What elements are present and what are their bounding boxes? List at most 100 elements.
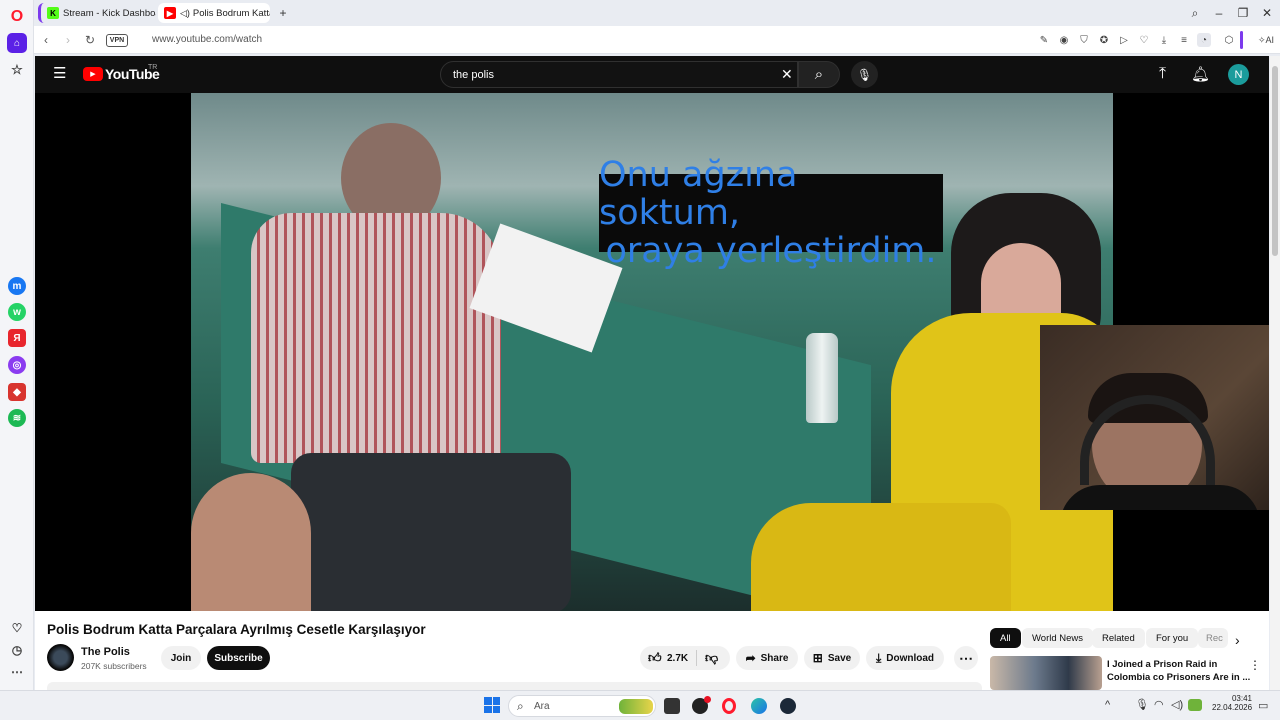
thumbs-up-icon[interactable]: 👍︎ xyxy=(648,650,662,666)
share-icon: ➦ xyxy=(745,651,756,665)
steam-icon[interactable] xyxy=(780,698,796,714)
notifications-bell-icon[interactable]: 🔔︎ xyxy=(1191,65,1210,83)
chip-for-you[interactable]: For you xyxy=(1146,628,1199,648)
back-icon[interactable]: ‹ xyxy=(38,32,54,48)
clear-search-icon[interactable]: ✕ xyxy=(781,66,793,83)
wifi-icon[interactable]: ◠ xyxy=(1154,698,1164,711)
channel-name[interactable]: The Polis xyxy=(81,646,130,658)
ai-label: AI xyxy=(1265,35,1275,45)
tab-kick-dashboard[interactable]: K Stream - Kick Dashboard xyxy=(38,3,156,23)
extension-icon[interactable]: ✪ xyxy=(1097,33,1111,47)
subscriber-count: 207K subscribers xyxy=(81,661,147,671)
chevron-up-icon[interactable]: ^ xyxy=(1105,699,1110,711)
heart-icon[interactable]: ♡ xyxy=(8,619,26,637)
more-icon[interactable]: ⋯ xyxy=(8,663,26,681)
minimize-button[interactable]: – xyxy=(1210,4,1228,22)
taskbar-search-box[interactable]: ⌕ Ara xyxy=(508,695,656,717)
play-icon[interactable]: ▷ xyxy=(1117,33,1131,47)
tab-youtube-video[interactable]: ▶ ◁) Polis Bodrum Katta Pa xyxy=(158,3,270,23)
shield-icon[interactable]: ⛉ xyxy=(1077,33,1091,47)
home-icon[interactable]: ⌂ xyxy=(7,33,27,53)
restore-button[interactable]: ❐ xyxy=(1234,4,1252,22)
volume-icon[interactable]: ◁) xyxy=(1171,698,1183,711)
save-button[interactable]: ⊞ Save xyxy=(804,646,860,670)
games-icon[interactable]: ◆ xyxy=(8,383,26,401)
download-icon[interactable]: ⤓ xyxy=(1157,33,1171,47)
person-shirt-shape xyxy=(251,213,501,463)
vpn-badge[interactable]: VPN xyxy=(106,34,128,47)
new-tab-button[interactable]: + xyxy=(274,4,292,22)
heart-icon[interactable]: ♡ xyxy=(1137,33,1151,47)
notification-center-icon[interactable]: ▭ xyxy=(1258,699,1268,712)
thumbs-down-icon[interactable]: 👎︎ xyxy=(705,650,718,666)
recommendation-thumbnail[interactable] xyxy=(990,656,1102,690)
cube-icon[interactable]: ⬡ xyxy=(1222,33,1236,47)
taskbar-clock[interactable]: 03:41 22.04.2026 xyxy=(1212,694,1252,712)
forward-icon[interactable]: › xyxy=(60,32,76,48)
whatsapp-icon[interactable]: w xyxy=(8,303,26,321)
chevron-right-icon[interactable]: › xyxy=(1235,632,1240,648)
join-button[interactable]: Join xyxy=(161,646,201,670)
close-window-button[interactable]: ✕ xyxy=(1258,4,1276,22)
tab-label: Stream - Kick Dashboard xyxy=(63,7,156,19)
file-explorer-icon[interactable] xyxy=(664,698,680,714)
edit-icon[interactable]: ✎ xyxy=(1037,33,1051,47)
opera-taskbar-icon[interactable] xyxy=(722,698,736,714)
scrollbar-thumb[interactable] xyxy=(1272,66,1278,256)
video-player[interactable]: Onu ağzına soktum, oraya yerleştirdim. xyxy=(35,93,1269,611)
channel-avatar[interactable] xyxy=(47,644,74,671)
voice-search-button[interactable]: 🎙︎ xyxy=(851,61,878,88)
download-label: Download xyxy=(886,652,935,664)
battery-icon[interactable] xyxy=(1188,699,1202,711)
windows-start-icon[interactable] xyxy=(484,697,500,713)
region-code: TR xyxy=(148,64,158,71)
aria-ai-button[interactable]: ✧ AI xyxy=(1252,33,1280,47)
more-actions-icon[interactable]: ⋯ xyxy=(954,646,978,670)
account-avatar[interactable]: N xyxy=(1228,64,1249,85)
profile-icon[interactable]: ◔ xyxy=(1197,33,1211,47)
chip-all[interactable]: All xyxy=(990,628,1021,648)
download-button[interactable]: ⤓ Download xyxy=(866,646,944,670)
messenger-icon[interactable]: m xyxy=(8,277,26,295)
description-box[interactable] xyxy=(47,682,982,690)
windows-taskbar: ⌕ Ara ^ 🎙︎ ◠ ◁) 03:41 22.04.2026 ▭ xyxy=(0,690,1280,720)
search-input[interactable]: the polis xyxy=(453,69,494,81)
chip-world-news[interactable]: World News xyxy=(1022,628,1094,648)
search-button[interactable]: ⌕ xyxy=(798,61,840,88)
clock-time: 03:41 xyxy=(1231,694,1252,703)
page-scrollbar[interactable] xyxy=(1270,56,1280,690)
url-field[interactable]: www.youtube.com/watch xyxy=(152,34,262,45)
search-tabs-icon[interactable]: ⌕ xyxy=(1186,4,1204,22)
microphone-icon[interactable]: 🎙︎ xyxy=(1135,698,1149,711)
search-box[interactable]: the polis ✕ xyxy=(440,61,798,88)
chip-related[interactable]: Related xyxy=(1092,628,1145,648)
yandex-icon[interactable]: Я xyxy=(8,329,26,347)
search-highlight-image xyxy=(619,699,653,714)
yellow-legs-shape xyxy=(751,503,1011,611)
recommendation-title-line-1: I Joined a Prison Raid in xyxy=(1107,659,1218,670)
youtube-logo-icon[interactable]: ▶ xyxy=(83,67,103,81)
opera-logo-icon[interactable]: O xyxy=(8,8,26,26)
menu-icon[interactable]: ≡ xyxy=(1177,33,1191,47)
subscribe-button[interactable]: Subscribe xyxy=(207,646,270,670)
save-playlist-icon: ⊞ xyxy=(812,651,823,665)
spotify-icon[interactable]: ≋ xyxy=(8,409,26,427)
video-frame: Onu ağzına soktum, oraya yerleştirdim. xyxy=(191,93,1113,611)
like-count[interactable]: 2.7K xyxy=(667,653,688,664)
save-label: Save xyxy=(827,652,852,664)
recommendation-menu-icon[interactable]: ⋮ xyxy=(1249,658,1261,672)
history-clock-icon[interactable]: ◷ xyxy=(8,641,26,659)
edge-icon[interactable] xyxy=(751,698,767,714)
reload-icon[interactable]: ↻ xyxy=(82,32,98,48)
recommendation-title-line-2: Colombia co Prisoners Are in ... xyxy=(1107,672,1251,683)
camera-icon[interactable]: ◉ xyxy=(1057,33,1071,47)
recommendation-title[interactable]: I Joined a Prison Raid in Colombia co Pr… xyxy=(1107,658,1250,684)
share-button[interactable]: ➦ Share xyxy=(736,646,798,670)
hamburger-menu-icon[interactable]: ☰ xyxy=(53,66,66,81)
chip-recent[interactable]: Rec xyxy=(1198,628,1228,648)
youtube-icon: ▶ xyxy=(164,7,176,19)
bookmarks-star-icon[interactable]: ☆ xyxy=(8,61,26,79)
aria-icon[interactable]: ◎ xyxy=(8,356,26,374)
upload-icon[interactable]: ⤒ xyxy=(1159,65,1166,83)
share-label: Share xyxy=(760,652,789,664)
